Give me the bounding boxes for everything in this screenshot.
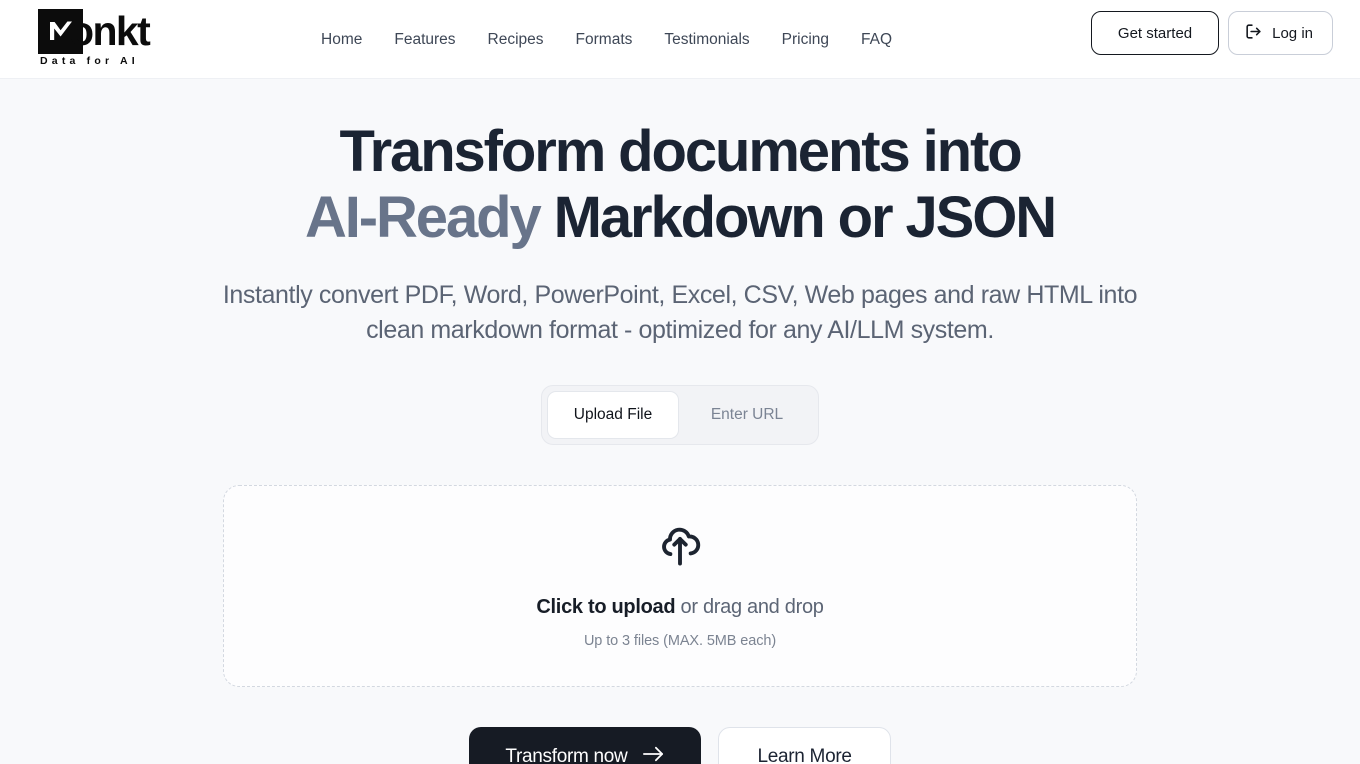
header-actions: Get started Log in	[1090, 11, 1333, 55]
logo-row: onkt	[38, 7, 151, 54]
dropzone-primary-text: Click to upload or drag and drop	[536, 596, 823, 619]
main-navigation: Home Features Recipes Formats Testimonia…	[305, 0, 908, 79]
login-icon	[1244, 22, 1263, 45]
nav-item-formats[interactable]: Formats	[560, 23, 649, 57]
logo-tagline: Data for AI	[40, 55, 139, 67]
headline-accent: AI-Ready	[305, 185, 542, 251]
nav-item-features[interactable]: Features	[378, 23, 471, 57]
nav-item-faq[interactable]: FAQ	[845, 23, 908, 57]
logo[interactable]: onkt Data for AI	[38, 7, 151, 67]
nav-item-recipes[interactable]: Recipes	[472, 23, 560, 57]
headline-line-1: Transform documents into	[339, 119, 1022, 184]
nav-item-testimonials[interactable]: Testimonials	[648, 23, 765, 57]
hero-section: Transform documents into AI-Ready Markdo…	[0, 79, 1360, 764]
login-button-label: Log in	[1272, 24, 1313, 42]
transform-now-button[interactable]: Transform now	[469, 727, 702, 764]
login-button[interactable]: Log in	[1228, 11, 1333, 55]
cloud-upload-icon	[655, 523, 705, 573]
tab-enter-url[interactable]: Enter URL	[681, 391, 813, 439]
learn-more-button[interactable]: Learn More	[718, 727, 891, 764]
tab-upload-file[interactable]: Upload File	[547, 391, 679, 440]
logo-wordmark: onkt	[69, 7, 151, 54]
arrow-right-icon	[642, 745, 665, 764]
get-started-button[interactable]: Get started	[1090, 11, 1220, 55]
dropzone-hint: Up to 3 files (MAX. 5MB each)	[583, 633, 777, 650]
page-title: Transform documents into AI-Ready Markdo…	[90, 119, 1270, 251]
dropzone-click-to-upload: Click to upload	[536, 596, 676, 619]
headline-rest: Markdown or JSON	[539, 185, 1057, 251]
transform-now-label: Transform now	[505, 746, 628, 764]
hero-subtitle: Instantly convert PDF, Word, PowerPoint,…	[222, 281, 1138, 344]
site-header: onkt Data for AI Home Features Recipes F…	[0, 0, 1360, 79]
cta-row: Transform now Learn More	[0, 727, 1360, 764]
nav-item-pricing[interactable]: Pricing	[766, 23, 845, 57]
dropzone-drag-text: or drag and drop	[675, 596, 824, 619]
nav-item-home[interactable]: Home	[305, 23, 378, 57]
input-mode-tabs: Upload File Enter URL	[541, 385, 819, 446]
file-dropzone[interactable]: Click to upload or drag and drop Up to 3…	[223, 485, 1137, 688]
